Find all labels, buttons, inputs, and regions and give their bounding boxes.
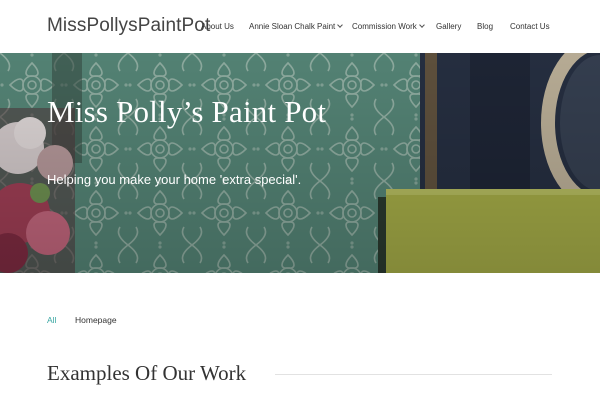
chevron-down-icon xyxy=(418,22,425,28)
filter-all[interactable]: All xyxy=(47,315,56,326)
nav-item-label: Gallery xyxy=(436,22,462,31)
hero-banner: Miss Polly’s Paint Pot Helping you make … xyxy=(0,53,600,273)
nav-item-contact-us[interactable]: Contact Us xyxy=(510,22,550,32)
chevron-down-icon xyxy=(337,22,344,28)
hero-subtitle: Helping you make your home 'extra specia… xyxy=(47,172,302,187)
nav-item-gallery[interactable]: Gallery xyxy=(436,22,461,32)
main-nav: About Us Annie Sloan Chalk Paint Commiss… xyxy=(0,0,600,53)
nav-item-commission-work[interactable]: Commission Work xyxy=(352,22,425,32)
section-title: Examples Of Our Work xyxy=(47,361,247,385)
nav-item-blog[interactable]: Blog xyxy=(477,22,493,32)
nav-item-label: Commission Work xyxy=(352,22,417,31)
site-header: MissPollysPaintPot About Us Annie Sloan … xyxy=(0,0,600,53)
filter-homepage[interactable]: Homepage xyxy=(75,315,117,326)
hero-title: Miss Polly’s Paint Pot xyxy=(47,94,327,129)
nav-item-label: Contact Us xyxy=(510,22,550,31)
nav-item-label: Blog xyxy=(477,22,494,31)
nav-item-annie-sloan-chalk-paint[interactable]: Annie Sloan Chalk Paint xyxy=(249,22,344,32)
hero-background-image xyxy=(0,53,600,273)
nav-item-label: About Us xyxy=(201,22,234,31)
section-divider xyxy=(275,374,552,375)
nav-item-about-us[interactable]: About Us xyxy=(201,22,234,32)
nav-item-label: Annie Sloan Chalk Paint xyxy=(249,22,336,31)
